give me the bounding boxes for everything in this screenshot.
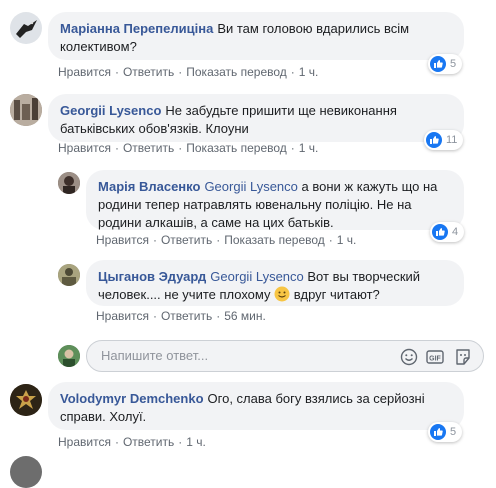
reaction-count[interactable]: 5 — [428, 54, 463, 74]
avatar[interactable] — [10, 384, 42, 416]
reply-link[interactable]: Ответить — [123, 435, 174, 449]
reaction-count-value: 11 — [446, 134, 458, 146]
reaction-count-value: 5 — [450, 58, 457, 70]
reply-link[interactable]: Ответить — [123, 65, 174, 79]
like-link[interactable]: Нравится — [58, 141, 111, 155]
thumbs-up-icon — [430, 56, 446, 72]
reply-link[interactable]: Ответить — [161, 233, 212, 247]
timestamp[interactable]: 1 ч. — [186, 435, 206, 449]
comment-actions: Нравится · Ответить · Показать перевод · 1 ч. — [58, 141, 318, 155]
reaction-count[interactable]: 4 — [430, 222, 465, 242]
mention-tag[interactable]: Georgii Lysenco — [204, 179, 297, 194]
reaction-count-value: 5 — [450, 426, 457, 438]
reaction-count[interactable]: 11 — [424, 130, 464, 150]
separator: · — [216, 309, 221, 323]
timestamp[interactable]: 1 ч. — [337, 233, 357, 247]
translate-link[interactable]: Показать перевод — [224, 233, 325, 247]
comment-bubble: Маріанна Перепелиціна Ви там головою вдар… — [48, 12, 464, 60]
avatar[interactable] — [10, 12, 42, 44]
reply-author[interactable]: Цыганов Эдуард — [98, 269, 206, 284]
separator: · — [114, 141, 119, 155]
thumbs-up-icon — [426, 132, 442, 148]
reply-text-end: вдруг читают? — [293, 287, 380, 302]
like-link[interactable]: Нравится — [96, 309, 149, 323]
reply-input-box[interactable]: GIF — [86, 340, 484, 372]
svg-text:GIF: GIF — [429, 355, 441, 362]
mention-tag[interactable]: Georgii Lysenco — [210, 269, 303, 284]
reply-bubble: Марія Власенко Georgii Lysenco а вони ж к… — [86, 170, 464, 230]
separator: · — [152, 309, 157, 323]
separator: · — [178, 65, 183, 79]
comment-actions: Нравится · Ответить · 1 ч. — [58, 435, 206, 449]
reply-bubble: Цыганов Эдуард Georgii Lysenco Вот вы тво… — [86, 260, 464, 306]
separator: · — [114, 435, 119, 449]
gif-icon[interactable]: GIF — [425, 347, 445, 367]
reaction-count[interactable]: 5 — [428, 422, 463, 442]
comment-actions: Нравится · Ответить · Показать перевод · 1 ч. — [58, 65, 318, 79]
translate-link[interactable]: Показать перевод — [186, 65, 287, 79]
comment-bubble: Georgii Lysenco Не забудьте пришити ще не… — [48, 94, 464, 142]
separator: · — [178, 435, 183, 449]
separator: · — [152, 233, 157, 247]
timestamp[interactable]: 1 ч. — [299, 65, 319, 79]
comment-author[interactable]: Georgii Lysenco — [60, 103, 161, 118]
reply-actions: Нравится · Ответить · 56 мин. — [96, 309, 266, 323]
reaction-count-value: 4 — [452, 226, 459, 238]
thumbs-up-icon — [432, 224, 448, 240]
like-link[interactable]: Нравится — [58, 435, 111, 449]
like-link[interactable]: Нравится — [96, 233, 149, 247]
avatar[interactable] — [10, 456, 42, 488]
avatar[interactable] — [10, 94, 42, 126]
sticker-icon[interactable] — [453, 347, 473, 367]
thumbs-up-icon — [430, 424, 446, 440]
translate-link[interactable]: Показать перевод — [186, 141, 287, 155]
separator: · — [290, 141, 295, 155]
smiley-icon[interactable] — [399, 347, 419, 367]
comment-author[interactable]: Маріанна Перепелиціна — [60, 21, 213, 36]
separator: · — [178, 141, 183, 155]
reply-input[interactable] — [99, 347, 383, 364]
smiley-emoji-icon — [274, 286, 290, 302]
like-link[interactable]: Нравится — [58, 65, 111, 79]
reply-author[interactable]: Марія Власенко — [98, 179, 200, 194]
reply-link[interactable]: Ответить — [161, 309, 212, 323]
separator: · — [216, 233, 221, 247]
avatar[interactable] — [58, 264, 80, 286]
reply-link[interactable]: Ответить — [123, 141, 174, 155]
avatar[interactable] — [58, 172, 80, 194]
timestamp[interactable]: 56 мин. — [224, 309, 266, 323]
comment-bubble: Volodymyr Demchenko Ого, слава богу взяли… — [48, 382, 464, 430]
separator: · — [290, 65, 295, 79]
separator: · — [114, 65, 119, 79]
comment-author[interactable]: Volodymyr Demchenko — [60, 391, 204, 406]
reply-actions: Нравится · Ответить · Показать перевод · 1 ч. — [96, 233, 356, 247]
timestamp[interactable]: 1 ч. — [299, 141, 319, 155]
current-user-avatar — [58, 345, 80, 367]
separator: · — [328, 233, 333, 247]
